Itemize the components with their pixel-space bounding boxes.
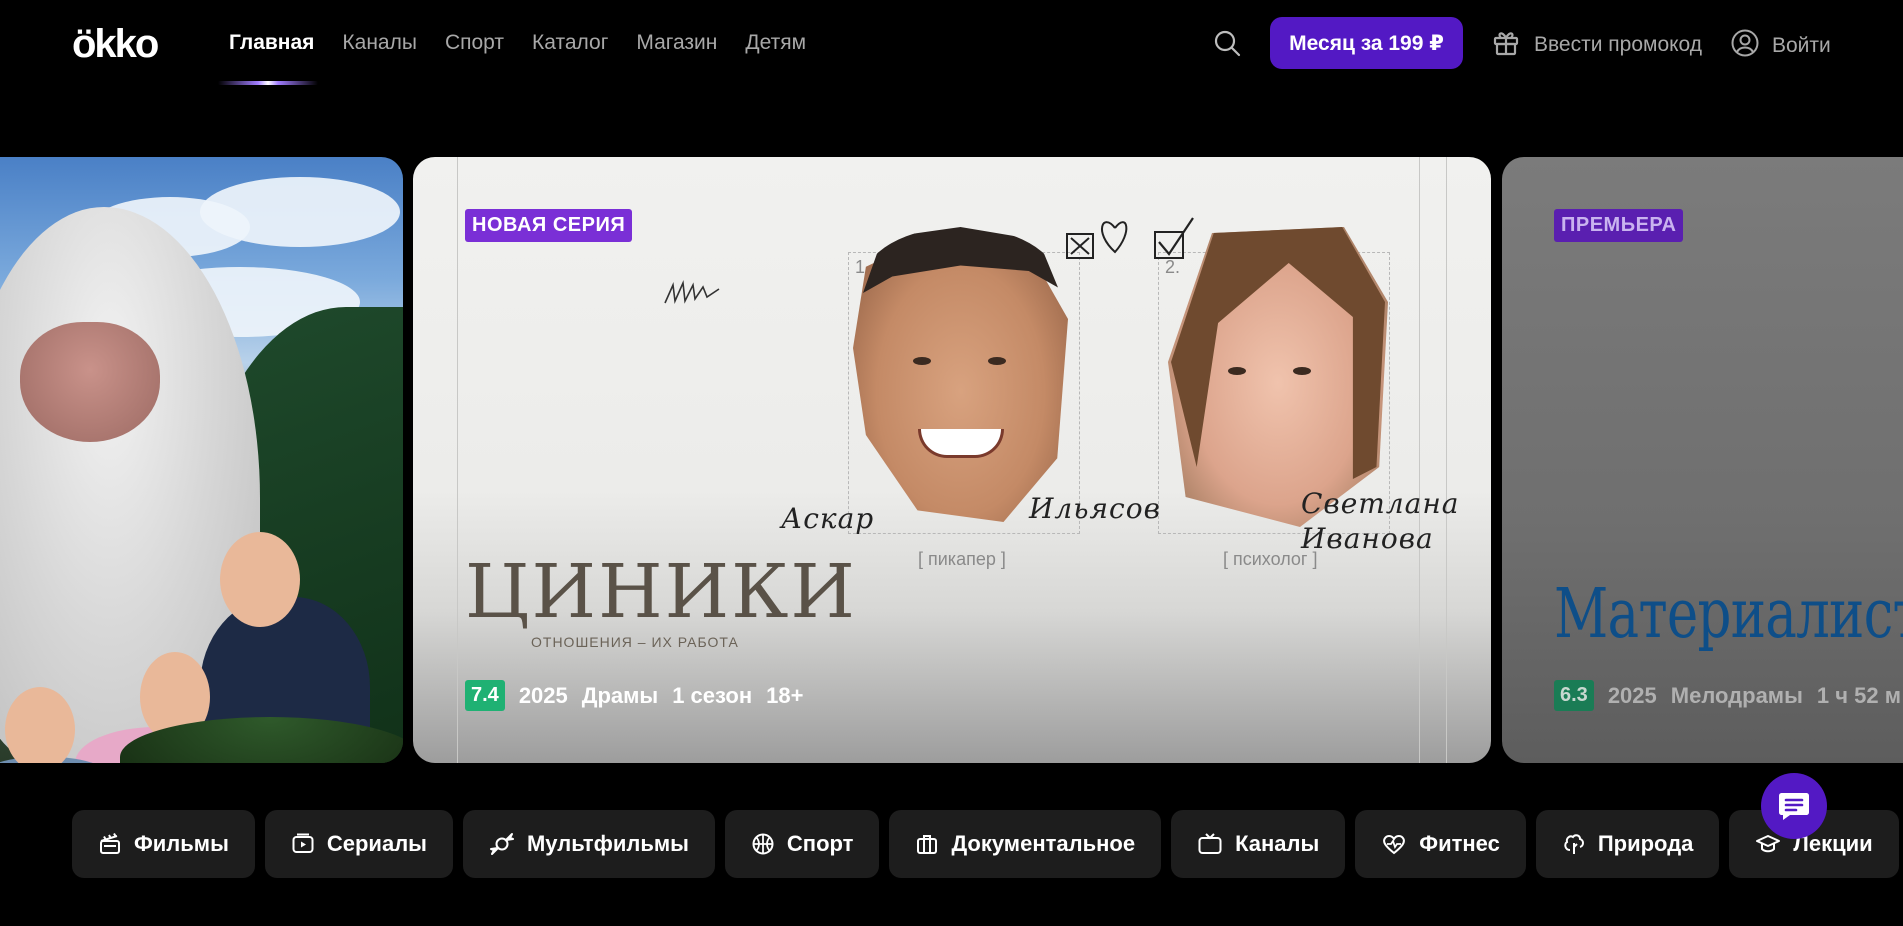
hero-slide-previous[interactable] [0,157,403,763]
category-series[interactable]: Сериалы [264,810,453,878]
basketball-icon [752,833,774,855]
actress-role: [ психолог ] [1223,549,1318,569]
graduation-cap-icon [1756,835,1781,853]
eye-shape [1228,367,1246,375]
okko-home-page: ökko Главная Каналы Спорт Каталог Магази… [0,0,1903,926]
nav-item-home[interactable]: Главная [229,28,314,58]
rating-badge: 7.4 [465,680,505,711]
category-fitness[interactable]: Фитнес [1355,810,1526,878]
main-nav: Главная Каналы Спорт Каталог Магазин Дет… [229,28,806,58]
category-documentary[interactable]: Документальное [889,810,1162,878]
nav-item-sport[interactable]: Спорт [445,28,504,58]
category-sport[interactable]: Спорт [724,810,880,878]
tree-icon [1564,834,1584,854]
login-label: Войти [1772,34,1831,57]
category-label: Спорт [786,831,854,856]
boy-head [5,687,75,763]
scribble-icon [664,279,720,304]
okko-logo[interactable]: ökko [72,20,159,68]
genre: Мелодрамы [1670,682,1803,708]
promo-code-label: Ввести промокод [1534,33,1703,56]
user-icon [1730,28,1760,64]
category-chips: Фильмы Сериалы Мультфильмы Спорт Докумен… [72,810,1899,878]
clapperboard-icon [100,833,120,854]
age-rating: 18+ [766,682,804,708]
gift-icon [1492,28,1520,62]
divider [1446,157,1447,763]
heart-pulse-icon [1383,835,1406,855]
category-label: Сериалы [326,831,427,856]
season-count: 1 сезон [672,682,753,708]
new-episode-badge: НОВАЯ СЕРИЯ [465,209,633,242]
hero-slide-current[interactable]: 1. 2. Аскар Ильясов [ пикапер ] Светлана… [413,157,1491,763]
nav-item-kids[interactable]: Детям [745,28,806,58]
candy-icon [489,833,514,855]
nav-item-channels[interactable]: Каналы [342,28,417,58]
divider [457,157,458,763]
login-button[interactable]: Войти [1730,28,1831,64]
subscribe-button[interactable]: Месяц за 199 ₽ [1270,17,1463,69]
man-head [220,532,300,627]
show-title: ЦИНИКИ [465,549,857,635]
top-header: ökko Главная Каналы Спорт Каталог Магази… [0,0,1903,86]
yeti-face [20,322,160,442]
cloud-shape [200,177,400,247]
movie-title: Материалистка [1554,575,1903,654]
search-icon[interactable] [1212,28,1242,58]
briefcase-icon [917,835,938,854]
category-label: Природа [1597,831,1694,856]
category-label: Мультфильмы [526,831,689,856]
nav-item-catalog[interactable]: Каталог [532,28,608,58]
category-label: Фитнес [1419,831,1500,856]
category-nature[interactable]: Природа [1535,810,1720,878]
signature-last-name: Ильясов [1029,492,1161,525]
divider [1419,157,1420,763]
release-year: 2025 [1607,682,1657,708]
rating-badge: 6.3 [1554,680,1594,711]
eye-shape [913,357,931,365]
movie-meta: 6.3 2025 Мелодрамы 1 ч 52 м [1554,680,1901,711]
category-label: Фильмы [134,831,229,856]
category-label: Документальное [951,831,1136,856]
signature-last-name: Иванова [1301,522,1434,555]
release-year: 2025 [518,682,568,708]
show-tagline: ОТНОШЕНИЯ – ИХ РАБОТА [531,634,739,650]
duration: 1 ч 52 м [1816,682,1901,708]
signature-first-name: Светлана [1301,487,1460,520]
checkbox-doodle-icon [1066,217,1194,259]
premiere-badge: ПРЕМЬЕРА [1554,209,1684,242]
eye-shape [1293,367,1311,375]
slide-artwork [1502,157,1903,763]
eye-shape [988,357,1006,365]
genre: Драмы [581,682,659,708]
category-label: Каналы [1235,831,1320,856]
hero-slide-next[interactable]: ПРЕМЬЕРА Материалистка 6.3 2025 Мелодрам… [1502,157,1903,763]
category-cartoons[interactable]: Мультфильмы [462,810,715,878]
show-meta: 7.4 2025 Драмы 1 сезон 18+ [465,680,803,711]
chat-bubble-icon [1779,793,1809,820]
tv-icon [1198,833,1222,854]
promo-code-button[interactable]: Ввести промокод [1492,28,1702,62]
play-screen-icon [292,833,314,853]
actor-role: [ пикапер ] [918,549,1006,569]
active-nav-indicator [218,81,318,85]
category-channels[interactable]: Каналы [1171,810,1346,878]
nav-item-store[interactable]: Магазин [636,28,717,58]
signature-first-name: Аскар [781,502,875,535]
category-movies[interactable]: Фильмы [72,810,255,878]
support-chat-button[interactable] [1761,773,1827,839]
